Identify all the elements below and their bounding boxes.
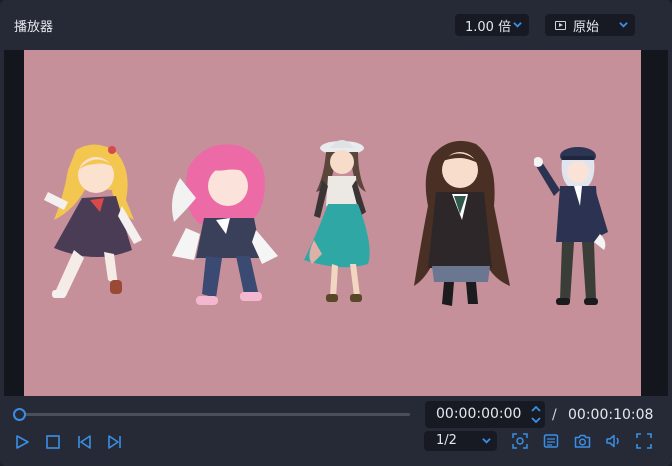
- chevron-down-icon: [619, 22, 628, 28]
- stop-icon: [46, 435, 60, 449]
- character-figure: [304, 140, 370, 302]
- character-figure: [414, 140, 510, 306]
- control-bar: 00:00:00:00 / 00:00:10:08 1/2: [0, 396, 672, 466]
- speed-value: 1.00 倍: [465, 19, 512, 35]
- subtitle-button[interactable]: [542, 432, 560, 450]
- next-frame-button[interactable]: [106, 433, 124, 451]
- snapshot-button[interactable]: [573, 432, 591, 450]
- focus-icon: [512, 433, 528, 449]
- skip-forward-icon: [108, 435, 121, 449]
- camera-icon: [574, 434, 590, 448]
- chevron-down-icon: [513, 22, 522, 28]
- play-icon: [16, 435, 29, 449]
- title-bar: 播放器 1.00 倍 原始: [0, 0, 672, 50]
- seek-handle[interactable]: [13, 408, 26, 421]
- character-figure: [44, 144, 142, 298]
- volume-icon: [605, 434, 619, 448]
- character-figure: [172, 144, 278, 305]
- page-value: 1/2: [436, 433, 457, 448]
- video-frame: [24, 50, 641, 396]
- previous-frame-button[interactable]: [75, 433, 93, 451]
- video-viewport[interactable]: [4, 50, 668, 396]
- current-time-input[interactable]: 00:00:00:00: [425, 401, 545, 428]
- player-window: 播放器 1.00 倍 原始 00:00:00:00 / 00:00:10:08 …: [0, 0, 672, 466]
- time-separator: /: [552, 407, 557, 423]
- focus-button[interactable]: [511, 432, 529, 450]
- speed-select[interactable]: 1.00 倍: [455, 14, 529, 36]
- stop-button[interactable]: [44, 433, 62, 451]
- aspect-ratio-value: 原始: [573, 19, 600, 35]
- window-title: 播放器: [14, 20, 54, 35]
- current-time-value: 00:00:00:00: [436, 406, 522, 422]
- skip-back-icon: [78, 435, 91, 449]
- page-select[interactable]: 1/2: [424, 431, 497, 451]
- play-button[interactable]: [13, 433, 31, 451]
- chevron-down-icon: [482, 438, 491, 444]
- fullscreen-icon: [636, 433, 652, 449]
- spinner-arrows-icon[interactable]: [531, 404, 541, 425]
- character-figure: [534, 147, 608, 305]
- seek-bar[interactable]: [13, 408, 410, 421]
- total-duration: 00:00:10:08: [568, 407, 654, 423]
- aspect-ratio-select[interactable]: 原始: [545, 14, 635, 36]
- fullscreen-button[interactable]: [635, 432, 653, 450]
- aspect-ratio-icon: [555, 20, 566, 30]
- volume-button[interactable]: [604, 432, 622, 450]
- subtitle-icon: [543, 434, 559, 448]
